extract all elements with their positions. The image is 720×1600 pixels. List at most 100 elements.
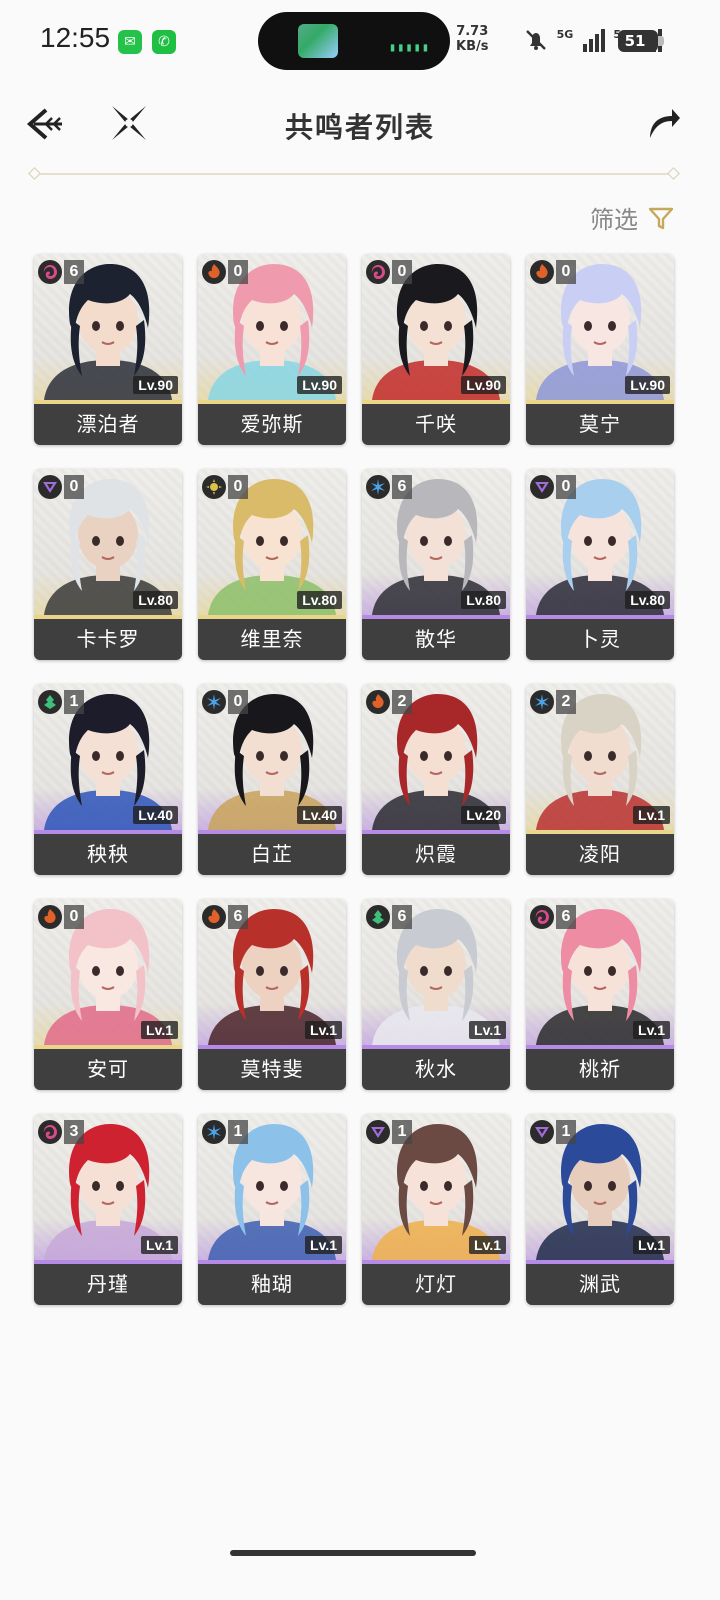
level-badge: Lv.1 [141, 1236, 178, 1254]
sequence-badge: 3 [64, 1120, 84, 1144]
character-name: 丹瑾 [34, 1264, 182, 1305]
sequence-badge: 0 [556, 475, 576, 499]
level-badge: Lv.1 [633, 1021, 670, 1039]
fusion-element-icon [366, 690, 390, 714]
character-card[interactable]: 1 Lv.1 釉瑚 [198, 1114, 346, 1305]
character-card[interactable]: 1 Lv.40 秧秧 [34, 684, 182, 875]
character-card[interactable]: 0 Lv.80 卜灵 [526, 469, 674, 660]
glacio-element-icon [202, 1120, 226, 1144]
character-card[interactable]: 3 Lv.1 丹瑾 [34, 1114, 182, 1305]
sequence-badge: 2 [392, 690, 412, 714]
character-name: 散华 [362, 619, 510, 660]
header-divider [34, 173, 674, 175]
character-name: 维里奈 [198, 619, 346, 660]
filter-funnel-icon [648, 207, 674, 229]
dynamic-island[interactable]: ▮▮▮▮▮ [258, 12, 450, 70]
fusion-element-icon [202, 260, 226, 284]
character-card[interactable]: 6 Lv.1 莫特斐 [198, 899, 346, 1090]
character-card[interactable]: 2 Lv.1 凌阳 [526, 684, 674, 875]
character-name: 莫特斐 [198, 1049, 346, 1090]
electro-element-icon [366, 1120, 390, 1144]
character-card[interactable]: 1 Lv.1 渊武 [526, 1114, 674, 1305]
character-card[interactable]: 1 Lv.1 灯灯 [362, 1114, 510, 1305]
signal-bars-icon [583, 28, 606, 52]
character-card[interactable]: 0 Lv.40 白芷 [198, 684, 346, 875]
level-badge: Lv.40 [297, 806, 342, 824]
level-badge: Lv.1 [633, 806, 670, 824]
level-badge: Lv.1 [141, 1021, 178, 1039]
filter-label: 筛选 [590, 206, 638, 234]
status-time: 12:55 [40, 22, 111, 53]
havoc-element-icon [366, 260, 390, 284]
status-bar: 12:55 ✉ ✆ ▮▮▮▮▮ 7.73 KB/s 5G 5G 51 [0, 0, 720, 86]
character-name: 桃祈 [526, 1049, 674, 1090]
sim1-label: 5G [556, 28, 574, 41]
character-name: 卡卡罗 [34, 619, 182, 660]
page-title: 共鸣者列表 [284, 111, 435, 144]
messages-icon: ✉ [118, 30, 142, 54]
character-name: 釉瑚 [198, 1264, 346, 1305]
sequence-badge: 6 [64, 260, 84, 284]
level-badge: Lv.40 [133, 806, 178, 824]
audio-bars-icon: ▮▮▮▮▮ [388, 40, 430, 54]
network-speed: 7.73 KB/s [456, 24, 488, 54]
character-card[interactable]: 6 Lv.80 散华 [362, 469, 510, 660]
media-thumbnail [298, 24, 338, 58]
fusion-element-icon [530, 260, 554, 284]
level-badge: Lv.1 [305, 1021, 342, 1039]
sequence-badge: 6 [392, 905, 412, 929]
character-name: 莫宁 [526, 404, 674, 445]
sequence-badge: 0 [64, 475, 84, 499]
sequence-badge: 1 [64, 690, 84, 714]
character-name: 炽霞 [362, 834, 510, 875]
sequence-badge: 0 [556, 260, 576, 284]
character-name: 秧秧 [34, 834, 182, 875]
home-indicator[interactable] [230, 1550, 476, 1556]
aero-element-icon [366, 905, 390, 929]
fusion-element-icon [202, 905, 226, 929]
character-card[interactable]: 0 Lv.90 爱弥斯 [198, 254, 346, 445]
havoc-element-icon [38, 1120, 62, 1144]
glacio-element-icon [366, 475, 390, 499]
level-badge: Lv.80 [625, 591, 670, 609]
fusion-element-icon [38, 905, 62, 929]
level-badge: Lv.20 [461, 806, 506, 824]
character-card[interactable]: 0 Lv.90 千咲 [362, 254, 510, 445]
character-card[interactable]: 6 Lv.90 漂泊者 [34, 254, 182, 445]
electro-element-icon [38, 475, 62, 499]
level-badge: Lv.90 [625, 376, 670, 394]
sequence-badge: 0 [228, 690, 248, 714]
sequence-badge: 1 [392, 1120, 412, 1144]
sequence-badge: 1 [228, 1120, 248, 1144]
character-card[interactable]: 6 Lv.1 桃祈 [526, 899, 674, 1090]
battery-level: 51 [624, 32, 646, 50]
level-badge: Lv.90 [133, 376, 178, 394]
level-badge: Lv.1 [305, 1236, 342, 1254]
aero-element-icon [38, 690, 62, 714]
havoc-element-icon [530, 905, 554, 929]
sequence-badge: 0 [392, 260, 412, 284]
character-card[interactable]: 0 Lv.80 维里奈 [198, 469, 346, 660]
character-name: 灯灯 [362, 1264, 510, 1305]
share-arrow-icon [650, 109, 680, 138]
battery-cap [658, 36, 664, 46]
network-speed-unit: KB/s [456, 39, 489, 54]
character-name: 秋水 [362, 1049, 510, 1090]
level-badge: Lv.80 [133, 591, 178, 609]
character-card[interactable]: 2 Lv.20 炽霞 [362, 684, 510, 875]
share-button[interactable] [644, 104, 682, 142]
character-card[interactable]: 0 Lv.80 卡卡罗 [34, 469, 182, 660]
character-card[interactable]: 0 Lv.1 安可 [34, 899, 182, 1090]
sequence-badge: 1 [556, 1120, 576, 1144]
character-name: 千咲 [362, 404, 510, 445]
battery-icon: 51 [618, 30, 664, 52]
character-card[interactable]: 6 Lv.1 秋水 [362, 899, 510, 1090]
filter-button[interactable]: 筛选 [590, 200, 674, 235]
character-name: 凌阳 [526, 834, 674, 875]
sequence-badge: 6 [228, 905, 248, 929]
level-badge: Lv.1 [469, 1236, 506, 1254]
character-name: 卜灵 [526, 619, 674, 660]
sequence-badge: 6 [556, 905, 576, 929]
character-card[interactable]: 0 Lv.90 莫宁 [526, 254, 674, 445]
level-badge: Lv.80 [297, 591, 342, 609]
